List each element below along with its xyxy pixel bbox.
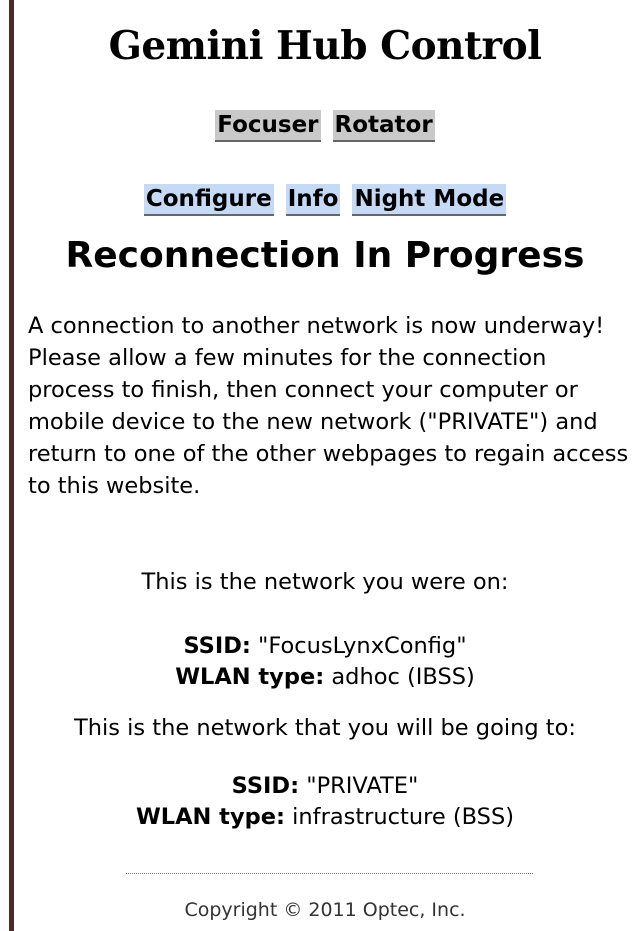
wlan-type-label: WLAN type: — [135, 804, 285, 830]
reconnect-message: A connection to another network is now u… — [28, 313, 629, 499]
ssid-value: "PRIVATE" — [299, 773, 419, 799]
wlan-type-value: infrastructure (BSS) — [284, 804, 515, 830]
new-network-wlan: WLAN type: infrastructure (BSS) — [14, 801, 636, 833]
current-network-intro: This is the network you were on: — [141, 569, 509, 595]
footer-divider — [126, 873, 533, 874]
section-heading: Reconnection In Progress — [65, 235, 585, 276]
nav-link-configure[interactable]: Configure — [143, 184, 274, 216]
ssid-value: "FocusLynxConfig" — [250, 633, 467, 659]
secondary-nav: Configure Info Night Mode — [14, 184, 636, 216]
nav-link-info[interactable]: Info — [285, 184, 341, 216]
primary-nav: Focuser Rotator — [14, 110, 636, 142]
nav-link-focuser[interactable]: Focuser — [215, 110, 321, 142]
nav-link-rotator[interactable]: Rotator — [332, 110, 435, 142]
wlan-type-value: adhoc (IBSS) — [324, 664, 475, 690]
new-network-intro: This is the network that you will be goi… — [74, 715, 576, 741]
ssid-label: SSID: — [183, 633, 251, 659]
current-network-wlan: WLAN type: adhoc (IBSS) — [14, 661, 636, 693]
new-network-ssid: SSID: "PRIVATE" — [14, 770, 636, 802]
ssid-label: SSID: — [231, 773, 300, 799]
current-network-ssid: SSID: "FocusLynxConfig" — [14, 630, 636, 662]
nav-link-night-mode[interactable]: Night Mode — [352, 184, 507, 216]
wlan-type-label: WLAN type: — [175, 664, 325, 690]
copyright-footer: Copyright © 2011 Optec, Inc. — [184, 899, 466, 921]
page-title: Gemini Hub Control — [108, 23, 542, 69]
page-content: Gemini Hub Control Focuser Rotator Config… — [14, 0, 636, 931]
